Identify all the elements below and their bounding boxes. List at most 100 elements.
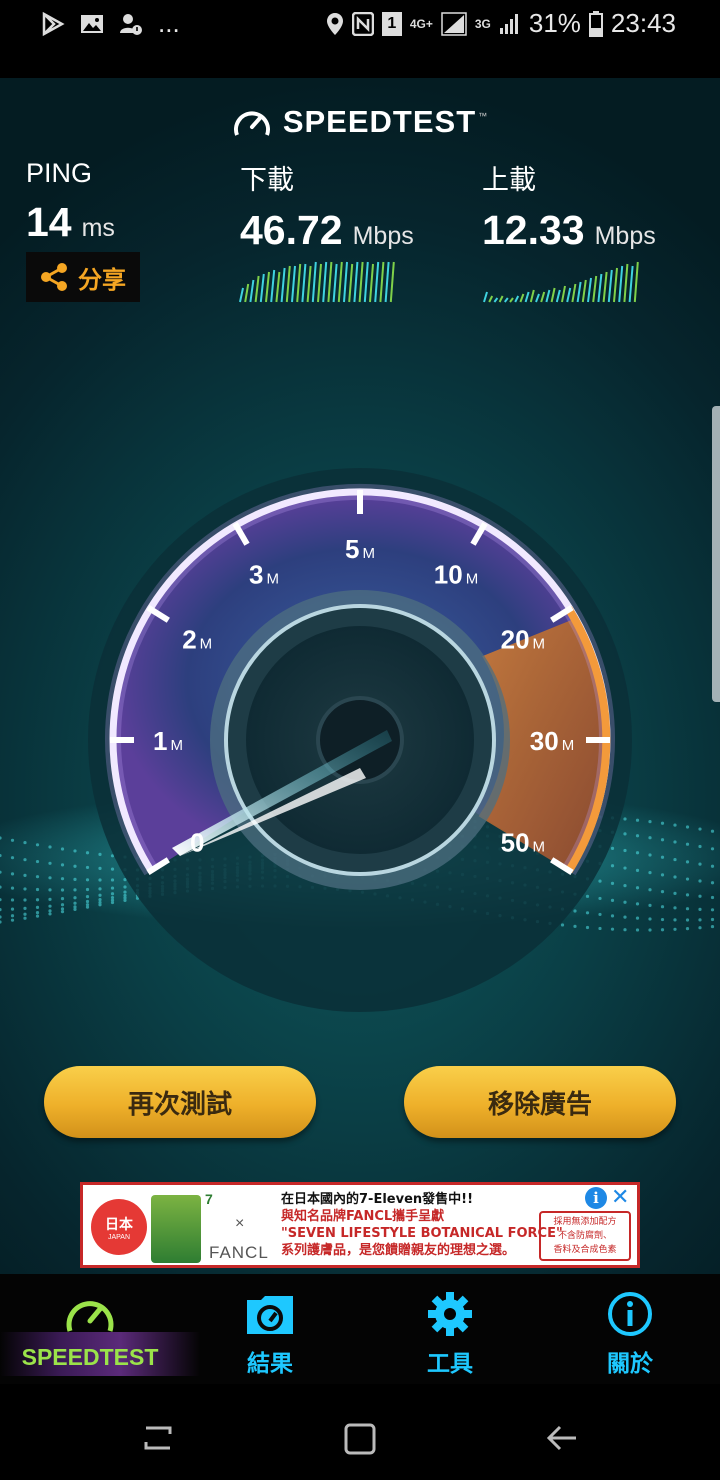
wave-dot — [23, 840, 27, 845]
wave-dot — [710, 895, 715, 900]
ad-banner[interactable]: 日本 JAPAN 7 × FANCL 在日本國內的7-Eleven發售中!! 與… — [80, 1182, 640, 1268]
wave-dot — [85, 878, 90, 882]
status-bar: ... 1 4G+ 3G 31% 23:43 — [0, 0, 720, 78]
home-icon[interactable] — [342, 1422, 378, 1456]
wave-dot — [660, 928, 665, 932]
mini-graph-bar — [602, 271, 608, 303]
tab-tools-label: 工具 — [427, 1350, 473, 1376]
wave-dot — [573, 924, 577, 928]
wave-dot — [698, 827, 702, 831]
wave-dot — [648, 903, 652, 907]
wave-dot — [685, 825, 690, 829]
gauge-tick-label: 0 — [190, 828, 204, 858]
wave-dot — [660, 855, 665, 859]
wave-dot — [685, 842, 690, 846]
wave-dot — [648, 871, 652, 875]
tab-about[interactable]: 關於 — [540, 1274, 720, 1384]
mini-graph-bar — [576, 281, 582, 303]
wave-dot — [685, 907, 690, 911]
share-button[interactable]: 分享 — [26, 252, 140, 302]
wave-dot — [685, 893, 690, 897]
wave-dot — [635, 886, 640, 890]
wave-dot — [648, 820, 652, 824]
download-metric: 下載 46.72 Mbps — [240, 158, 414, 254]
wave-dot — [60, 888, 65, 892]
network-4g-label: 4G+ — [409, 16, 433, 31]
wave-dot — [10, 838, 15, 842]
wave-dot — [60, 897, 65, 901]
wave-dot — [698, 926, 702, 930]
download-label: 下載 — [240, 165, 294, 195]
brand-trademark: ™ — [478, 111, 488, 121]
wave-dot — [23, 906, 27, 910]
wave-dot — [623, 915, 627, 919]
mini-graph-bar — [519, 293, 525, 303]
wave-dot — [98, 878, 102, 882]
mini-graph-bar — [327, 261, 333, 303]
tab-speedtest[interactable]: SPEEDTEST — [0, 1274, 180, 1384]
mini-graph-bar — [317, 263, 322, 303]
edge-panel-handle[interactable] — [712, 406, 720, 702]
remove-ads-button[interactable]: 移除廣告 — [404, 1066, 676, 1138]
wave-dot — [660, 890, 665, 894]
wave-dot — [598, 912, 602, 917]
wave-dot — [110, 886, 115, 890]
test-again-button[interactable]: 再次測試 — [44, 1066, 316, 1138]
ad-line-2: 與知名品牌FANCL攜手呈獻 — [281, 1209, 445, 1224]
mini-graph-bar — [337, 261, 343, 303]
wave-dot — [23, 912, 27, 916]
app-brand: SPEEDTEST ™ — [0, 104, 720, 140]
ad-close-icon[interactable]: ✕ — [611, 1185, 633, 1209]
tab-results[interactable]: 結果 — [180, 1274, 360, 1384]
upload-metric: 上載 12.33 Mbps — [482, 158, 656, 254]
back-icon[interactable] — [544, 1422, 580, 1454]
wave-dot — [48, 904, 52, 908]
ad-logo-sub: JAPAN — [107, 1233, 131, 1241]
ad-info-icon[interactable]: i — [585, 1187, 607, 1209]
mini-graph-bar — [483, 291, 488, 303]
mini-graph-bar — [529, 289, 535, 303]
download-mini-graph — [239, 261, 395, 303]
ad-711-logo: 7 — [205, 1191, 213, 1207]
mini-graph-bar — [285, 265, 291, 303]
wave-dot — [10, 856, 15, 860]
wave-dot — [35, 911, 40, 915]
wave-dot — [98, 852, 102, 856]
wave-dot — [73, 864, 77, 868]
wave-dot — [710, 924, 715, 929]
wave-dot — [710, 847, 715, 851]
mini-graph-bar — [353, 261, 359, 303]
wave-dot — [60, 903, 65, 907]
wave-dot — [673, 840, 677, 844]
mini-graph-bar — [633, 261, 639, 303]
wave-dot — [710, 917, 715, 922]
wave-dot — [698, 894, 702, 898]
wave-dot — [73, 849, 77, 853]
wave-dot — [685, 877, 690, 881]
wave-dot — [698, 862, 702, 866]
wave-dot — [635, 928, 640, 932]
recent-apps-icon[interactable] — [140, 1422, 176, 1454]
mini-graph-bar — [374, 261, 380, 303]
mini-graph-bar — [623, 263, 629, 303]
wave-dot — [698, 918, 702, 922]
wave-dot — [48, 876, 52, 880]
wave-dot — [698, 844, 702, 849]
wave-dot — [598, 896, 602, 901]
signal-icon-2 — [499, 13, 518, 34]
wave-dot — [710, 908, 715, 912]
wave-dot — [85, 899, 90, 904]
ad-box-line: 香料及合成色素 — [553, 1245, 617, 1255]
wave-dot — [623, 900, 627, 904]
mini-graph-bar — [587, 277, 592, 303]
wave-dot — [0, 908, 2, 912]
tab-tools[interactable]: 工具 — [360, 1274, 540, 1384]
wave-dot — [98, 897, 102, 902]
ping-label: PING — [26, 158, 93, 188]
mini-graph-bar — [555, 289, 561, 303]
wave-dot — [35, 843, 40, 847]
mini-graph-bar — [306, 265, 312, 303]
wave-dot — [673, 891, 677, 895]
wave-dot — [660, 905, 665, 909]
wave-dot — [660, 838, 665, 842]
